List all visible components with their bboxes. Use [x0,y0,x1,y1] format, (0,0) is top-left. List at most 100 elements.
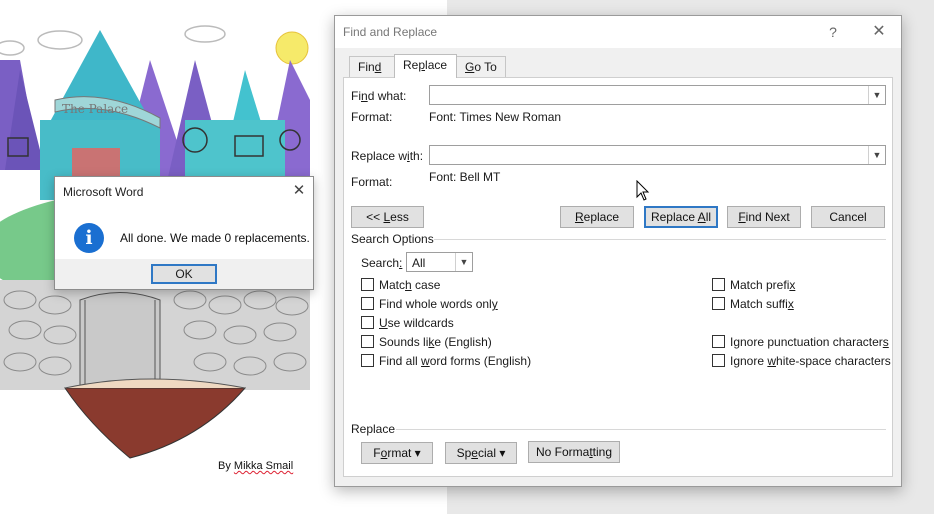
replace-format-label: Format: [351,175,393,189]
byline-author-name: Mikka Smail [233,460,294,472]
checkbox-label-pre: Find whole words onl [379,297,492,311]
checkbox-box[interactable] [361,297,374,310]
checkbox-box[interactable] [361,278,374,291]
find-next-button-label: ind Next [745,210,790,224]
checkbox-label-post: case [411,278,441,292]
ok-button[interactable]: OK [151,264,217,284]
special-button-pre: Sp [456,446,472,460]
checkbox-box[interactable] [712,354,725,367]
checkbox-label-pre: Ignore [730,354,768,368]
checkbox-box[interactable] [361,316,374,329]
find-what-label-post: d what: [367,89,407,103]
tab-replace[interactable]: Replace [394,54,457,78]
author-byline: By Mikka Smail [218,460,293,472]
replace-with-label-post: th: [409,149,424,163]
tab-go-to-accel: G [465,60,475,74]
search-direction-label: Search: [361,256,402,270]
special-button-accel: e [471,446,478,460]
find-what-accel: n [361,89,368,103]
tab-find-accel: d [374,60,382,74]
checkbox-label-post: e (English) [434,335,492,349]
replace-tab-panel: Find what: ▼ Format: Font: Times New Rom… [343,77,893,477]
caret-down-icon: ▾ [414,446,421,460]
mouse-pointer-icon [636,180,650,201]
dialog-title: Find and Replace [343,25,438,39]
checkbox-label: Find whole words only [379,297,498,311]
checkbox-accel: s [882,335,889,349]
message-text: All done. We made 0 replacements. [120,231,310,245]
checkbox-label: Use wildcards [379,316,454,330]
tab-replace-label-pre: Re [403,58,419,72]
search-options-title: Search Options [351,232,434,246]
checkbox-box[interactable] [361,354,374,367]
checkbox-box[interactable] [712,335,725,348]
chevron-down-icon[interactable]: ▼ [455,253,472,271]
checkbox-label-post: se wildcards [387,316,454,330]
less-button-pre: << [366,210,384,224]
checkbox-accel: y [491,297,498,311]
find-next-button[interactable]: Find Next [727,206,801,228]
help-button[interactable]: ? [817,20,849,44]
replace-button-label: eplace [583,210,620,224]
word-message-box: Microsoft Word ✕ i All done. We made 0 r… [54,176,314,290]
tab-go-to[interactable]: Go To [456,56,506,77]
replace-button-accel: R [574,210,584,224]
no-formatting-button-pre: No Forma [535,445,590,459]
checkbox-label-pre: Match prefi [730,278,790,292]
no-formatting-button[interactable]: No Formatting [528,441,620,463]
less-button-post: ess [390,210,409,224]
format-button-pre: F [373,446,381,460]
replace-button[interactable]: Replace [560,206,634,228]
close-icon[interactable]: ✕ [289,181,309,201]
checkbox-label-pre: Ignore punctuation character [730,335,883,349]
checkbox-box[interactable] [712,297,725,310]
checkbox-label: Ignore white-space characters [730,354,891,368]
checkbox-label: Find all word forms (English) [379,354,531,368]
checkbox-box[interactable] [712,278,725,291]
find-what-label: Find what: [351,89,406,103]
message-box-footer: OK [55,259,313,289]
replace-all-button[interactable]: Replace All [644,206,718,228]
find-next-button-accel: F [738,210,746,224]
chevron-down-icon[interactable]: ▼ [868,146,885,164]
message-box-title: Microsoft Word [63,185,144,199]
checkbox-label-post: ord forms (English) [429,354,532,368]
find-replace-dialog: Find and Replace ? ✕ Find Replace Go To … [334,15,902,487]
find-what-label-pre: Fi [351,89,361,103]
caret-down-icon: ▾ [499,446,506,460]
search-label-accel: : [399,256,403,270]
replace-all-button-accel: A [697,210,706,224]
search-label-pre: Search [361,256,400,270]
format-button[interactable]: Format ▾ [361,442,433,464]
find-what-combobox[interactable]: ▼ [429,85,886,105]
replace-with-combobox[interactable]: ▼ [429,145,886,165]
checkbox-box[interactable] [361,335,374,348]
no-formatting-button-post: ting [592,445,613,459]
checkbox-accel: x [789,278,796,292]
replace-with-label-pre: Replace w [351,149,408,163]
cancel-button[interactable]: Cancel [811,206,885,228]
checkbox-accel: U [379,316,388,330]
checkbox-label-post: hite-space characters [776,354,891,368]
checkbox-label-pre: Sounds li [379,335,429,349]
checkbox-accel: x [787,297,794,311]
replace-format-value: Font: Bell MT [429,170,501,184]
chevron-down-icon[interactable]: ▼ [868,86,885,104]
special-button[interactable]: Special ▾ [445,442,517,464]
tab-go-to-label: o To [474,60,497,74]
checkbox-label-pre: Match suffi [730,297,788,311]
find-format-value: Font: Times New Roman [429,110,562,124]
replace-all-button-pre: Replace [650,210,698,224]
close-button[interactable]: ✕ [863,20,895,44]
checkbox-label-pre: Matc [379,278,406,292]
search-direction-select[interactable]: All ▼ [406,252,473,272]
search-options-divider [434,239,886,240]
checkbox-accel: w [767,354,777,368]
checkbox-label: Match case [379,278,440,292]
tab-find[interactable]: Find [349,56,395,77]
replace-section-divider [396,429,886,430]
dialog-titlebar[interactable]: Find and Replace ? ✕ [335,16,901,48]
checkbox-accel: h [405,278,412,292]
less-button[interactable]: << Less [351,206,424,228]
tab-find-label: Fin [358,60,375,74]
